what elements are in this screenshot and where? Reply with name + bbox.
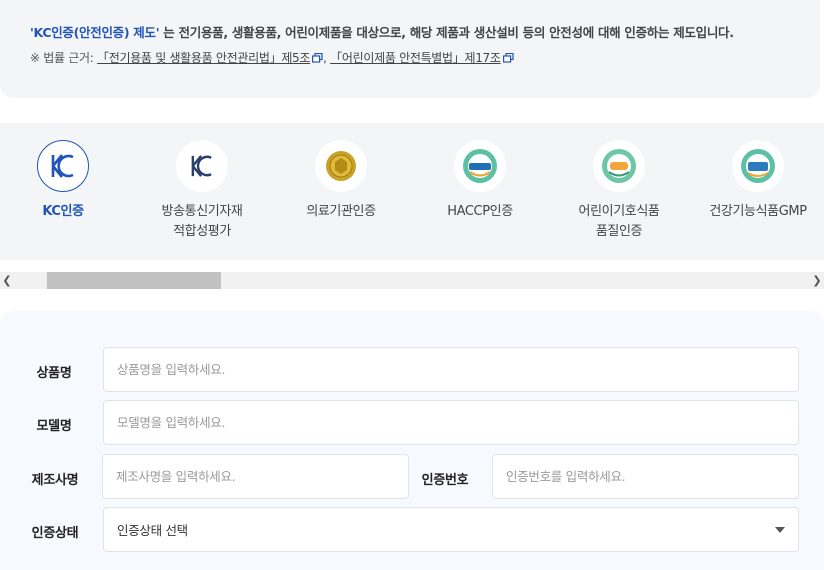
cert-label-text: 방송통신기자재 적합성평가	[161, 204, 243, 239]
cert-item-haccp[interactable]: HACCP인증	[420, 140, 540, 222]
info-description-text: 는 전기용품, 생활용품, 어린이제품을 대상으로, 해당 제품과 생산설비 등…	[159, 25, 734, 40]
kc-mark-icon	[37, 140, 89, 192]
cert-item-broadcast[interactable]: 방송통신기자재 적합성평가	[142, 140, 262, 242]
cert-item-gmp[interactable]: 건강기능식품GMP	[698, 140, 818, 222]
scroll-thumb[interactable]	[47, 272, 221, 289]
info-box: 'KC인증(안전인증) 제도' 는 전기용품, 생활용품, 어린이제품을 대상으…	[0, 0, 820, 98]
manufacturer-input[interactable]	[102, 454, 409, 499]
haccp-icon	[454, 140, 506, 192]
cert-label: 의료기관인증	[306, 204, 376, 219]
cert-item-medical[interactable]: 의료기관인증	[281, 140, 401, 222]
cert-label: 방송통신기자재 적합성평가	[142, 202, 262, 242]
cert-item-kids-food[interactable]: 어린이기호식품 품질인증	[559, 140, 679, 242]
law-link-electrical-label: 「전기용품 및 생활용품 안전관리법」제5조	[97, 51, 311, 65]
cert-status-label: 인증상태	[31, 526, 79, 541]
gold-seal-icon	[315, 140, 367, 192]
kids-food-quality-icon	[593, 140, 645, 192]
scroll-right-arrow-icon[interactable]: ❯	[810, 272, 824, 289]
cert-number-label: 인증번호	[421, 473, 469, 488]
gmp-icon	[732, 140, 784, 192]
law-basis-prefix: ※ 법률 근거:	[30, 51, 98, 65]
cert-status-selected: 인증상태 선택	[117, 523, 188, 538]
law-link-electrical[interactable]: 「전기용품 및 생활용품 안전관리법」제5조	[97, 51, 310, 65]
info-description: 'KC인증(안전인증) 제도' 는 전기용품, 생활용품, 어린이제품을 대상으…	[30, 22, 820, 44]
cert-label: HACCP인증	[447, 204, 513, 219]
manufacturer-label: 제조사명	[31, 473, 79, 488]
product-name-label: 상품명	[36, 366, 72, 381]
chevron-down-icon	[775, 527, 785, 533]
cert-label: KC인증	[42, 204, 84, 219]
cert-type-list: KC인증 방송통신기자재 적합성평가 의료기관인증 HACCP인증 어린이기호식…	[0, 123, 824, 260]
cert-label: 어린이기호식품 품질인증	[559, 202, 679, 242]
cert-label-text: 어린이기호식품 품질인증	[578, 204, 660, 239]
law-link-children[interactable]: 「어린이제품 안전특별법」제17조	[330, 51, 501, 65]
search-form: 상품명 모델명 제조사명 인증번호 인증상태 인증상태 선택	[0, 311, 824, 570]
kc-mark-icon	[176, 140, 228, 192]
cert-label: 건강기능식품GMP	[709, 204, 807, 219]
model-name-input[interactable]	[103, 400, 799, 445]
cert-item-kc[interactable]: KC인증	[3, 140, 123, 222]
model-name-label: 모델명	[36, 419, 72, 434]
external-link-icon[interactable]	[502, 53, 514, 63]
info-highlight: 'KC인증(안전인증) 제도'	[30, 25, 160, 40]
scroll-left-arrow-icon[interactable]: ❮	[0, 272, 14, 289]
cert-status-select[interactable]: 인증상태 선택	[103, 507, 799, 552]
product-name-input[interactable]	[103, 347, 799, 392]
cert-number-input[interactable]	[492, 454, 799, 499]
law-link-children-label: 「어린이제품 안전특별법」제17조	[330, 51, 501, 65]
law-basis: ※ 법률 근거: 「전기용품 및 생활용품 안전관리법」제5조, 「어린이제품 …	[30, 47, 820, 69]
external-link-icon[interactable]	[312, 53, 323, 63]
horizontal-scrollbar[interactable]: ❮ ❯	[0, 272, 824, 289]
